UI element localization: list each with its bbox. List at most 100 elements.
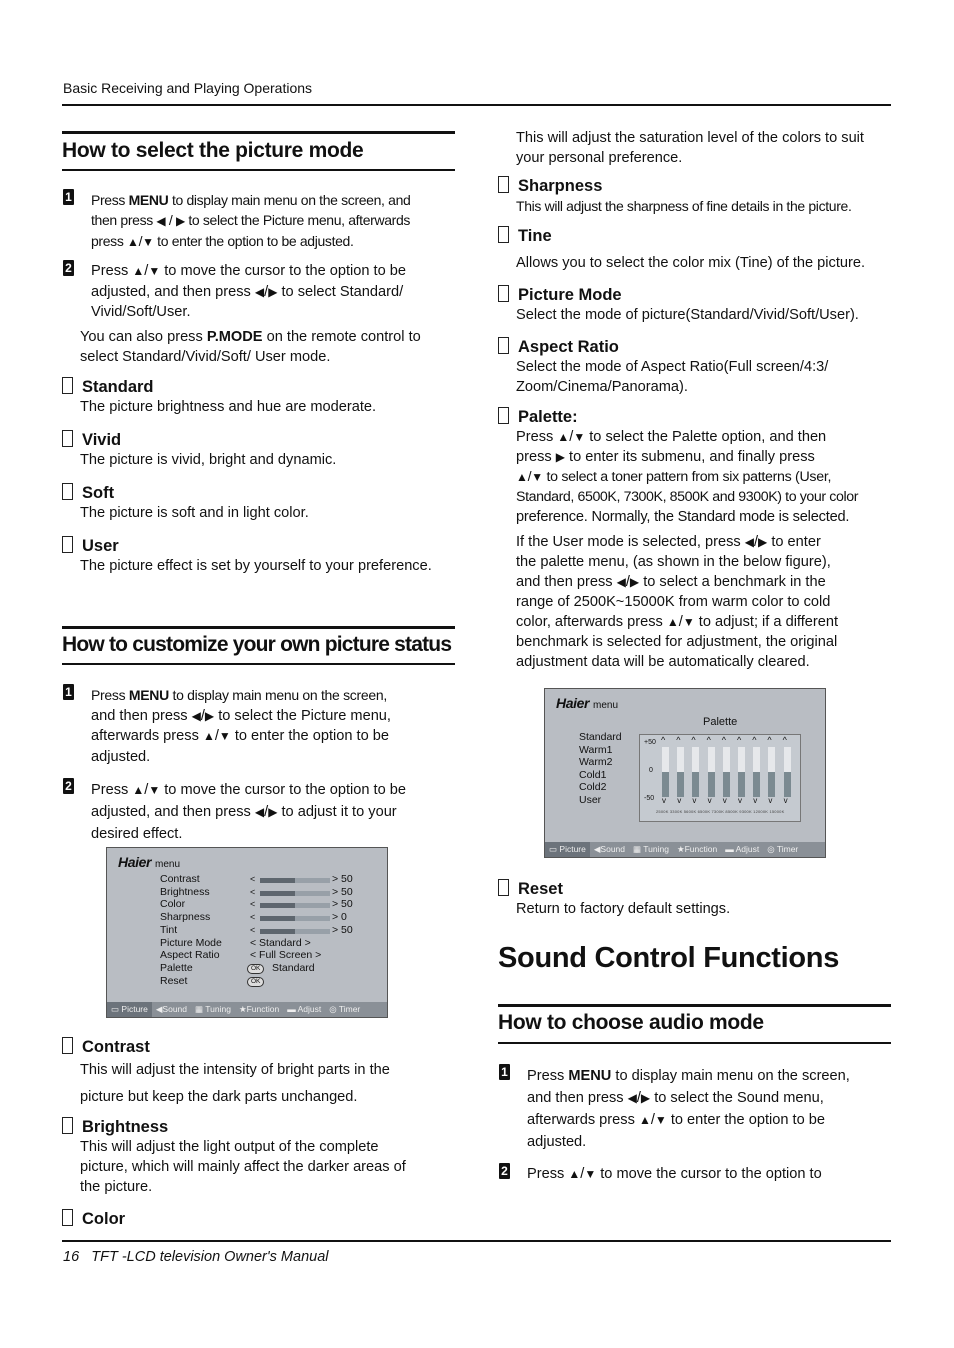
checkbox-icon — [498, 337, 509, 354]
arrow-left: < — [250, 899, 256, 910]
checkbox-icon — [62, 377, 73, 394]
step-number-1: 1 — [63, 684, 74, 700]
menu-item-picture-mode: Picture Mode — [160, 936, 222, 949]
palette-mode-warm2: Warm2 — [579, 756, 613, 768]
palette-down-arrow: v — [783, 796, 788, 805]
right-arrow-icon: ▶ — [175, 214, 185, 228]
palette-paragraph-2: If the User mode is selected, press ◀/▶ … — [516, 534, 839, 670]
nav-tab-adjust[interactable]: ▬ Adjust — [283, 1002, 325, 1017]
nav-tab-picture[interactable]: ▭ Picture — [545, 842, 590, 857]
function-icon: ★ — [238, 1004, 247, 1014]
nav-tab-adjust[interactable]: ▬ Adjust — [721, 842, 763, 857]
nav-tab-tuning[interactable]: ▦ Tuning — [629, 842, 673, 857]
page-number: 16 — [63, 1249, 80, 1265]
palette-column-lower — [768, 772, 776, 797]
palette-column-lower — [753, 772, 761, 797]
list-item: Brightness This will adjust the light ou… — [62, 1117, 462, 1209]
step-number-1: 1 — [63, 189, 74, 205]
palette-title: Palette — [703, 716, 738, 728]
nav-tab-label: Adjust — [297, 1004, 322, 1014]
nav-tab-sound[interactable]: ◀Sound — [590, 842, 629, 857]
step-number-2: 2 — [63, 778, 74, 794]
nav-tab-function[interactable]: ★Function — [673, 842, 721, 857]
palette-column-upper — [768, 747, 776, 772]
nav-tab-picture[interactable]: ▭ Picture — [107, 1002, 152, 1017]
adjust-icon: ▬ — [287, 1004, 298, 1014]
nav-tab-label: Picture — [121, 1004, 148, 1014]
section-title-customize-picture: How to customize your own picture status — [62, 633, 452, 656]
left-arrow-icon: ◀ — [254, 805, 265, 819]
palette-down-arrow: v — [692, 796, 697, 805]
menu-item-aspect-ratio: Aspect Ratio — [160, 949, 220, 962]
down-arrow-icon: ▼ — [682, 615, 695, 629]
down-arrow-icon: ▼ — [584, 1167, 597, 1181]
menu-item-color: Color — [160, 898, 186, 911]
palette-mode-user: User — [579, 793, 602, 806]
picture-icon: ▭ — [111, 1004, 122, 1014]
function-icon: ★ — [676, 844, 685, 854]
menu-item-contrast: Contrast — [160, 873, 200, 885]
nav-tab-sound[interactable]: ◀Sound — [152, 1002, 191, 1017]
slider-value: > 50 — [332, 873, 353, 885]
checkbox-icon — [498, 226, 509, 243]
option-value: Standard — [272, 961, 315, 974]
down-arrow-icon: ▼ — [531, 470, 543, 484]
section-rule-top — [62, 131, 455, 134]
palette-down-arrow: v — [738, 796, 742, 805]
section-title-select-picture-mode: How to select the picture mode — [62, 139, 364, 162]
menu-nav-bar: ▭ Picture ◀Sound ▦ Tuning ★Function ▬ Adjust… — [107, 1002, 387, 1017]
palette-adjust-panel: +50 0 -50 ^ v ^ v ^ v ^ v ^ v ^ v ^ v ^ v ^ v 2500K 3300K… — [639, 734, 801, 822]
list-item: Standard The picture brightness and hue … — [62, 377, 462, 430]
up-arrow-icon: ▲ — [568, 1167, 581, 1181]
chapter-title-sound: Sound Control Functions — [498, 942, 840, 974]
list-item: Vivid The picture is vivid, bright and d… — [62, 430, 462, 483]
slider-fill — [260, 890, 295, 896]
nav-tab-label: Sound — [162, 1004, 188, 1014]
checkbox-icon — [62, 536, 73, 553]
left-arrow-icon: ◀ — [191, 708, 201, 723]
slider-contrast — [260, 878, 330, 883]
list-item: Aspect Ratio Select the mode of Aspect R… — [498, 337, 898, 397]
palette-down-arrow: v — [768, 796, 773, 805]
left-arrow-icon: ◀ — [254, 284, 265, 299]
nav-tab-timer[interactable]: ◎ Timer — [325, 1002, 364, 1017]
left-arrow-icon: ◀ — [616, 575, 626, 589]
timer-icon: ◎ — [329, 1004, 339, 1014]
nav-tab-tuning[interactable]: ▦ Tuning — [191, 1002, 235, 1017]
palette-column-upper — [783, 747, 791, 772]
palette-mode-cold1: Cold1 — [579, 768, 607, 781]
left-arrow-icon: ◀ — [156, 214, 166, 228]
list-item: Picture Mode Select the mode of picture(… — [498, 285, 898, 337]
up-arrow-icon: ▲ — [132, 783, 145, 797]
palette-paragraph-1: Press ▲/▼ to select the Palette option, … — [516, 429, 859, 525]
slider-fill — [260, 916, 295, 922]
header-rule — [62, 104, 891, 106]
checkbox-icon — [498, 879, 509, 896]
list-item: Soft The picture is soft and in light co… — [62, 483, 462, 536]
palette-column-lower — [677, 772, 685, 797]
nav-tab-label: Function — [246, 1004, 280, 1014]
palette-column-upper — [677, 747, 685, 772]
slider-brightness — [260, 890, 330, 896]
running-header: Basic Receiving and Playing Operations — [63, 80, 313, 96]
step-1-text: Press MENU to display main menu on the s… — [91, 687, 391, 765]
palette-up-arrow: ^ — [691, 735, 696, 745]
arrow-left: < — [250, 912, 256, 923]
slider-fill — [260, 928, 295, 934]
nav-tab-timer[interactable]: ◎ Timer — [763, 842, 802, 857]
color-description: This will adjust the saturation level of… — [516, 130, 864, 166]
adjust-icon: ▬ — [725, 844, 736, 854]
palette-up-arrow: ^ — [676, 735, 681, 745]
checkbox-icon — [62, 1117, 73, 1134]
section-rule-bottom — [62, 169, 455, 171]
scale-top-label: +50 — [644, 739, 656, 746]
palette-up-arrow: ^ — [782, 735, 787, 745]
nav-tab-function[interactable]: ★Function — [235, 1002, 283, 1017]
palette-column-upper — [753, 747, 761, 772]
menu-item-tint: Tint — [160, 923, 178, 936]
list-item: Color — [62, 1209, 462, 1229]
palette-column-lower — [738, 772, 745, 797]
down-arrow-icon: ▼ — [573, 430, 586, 444]
left-arrow-icon: ◀ — [744, 535, 754, 549]
haier-logo: Haier menu — [118, 854, 181, 870]
